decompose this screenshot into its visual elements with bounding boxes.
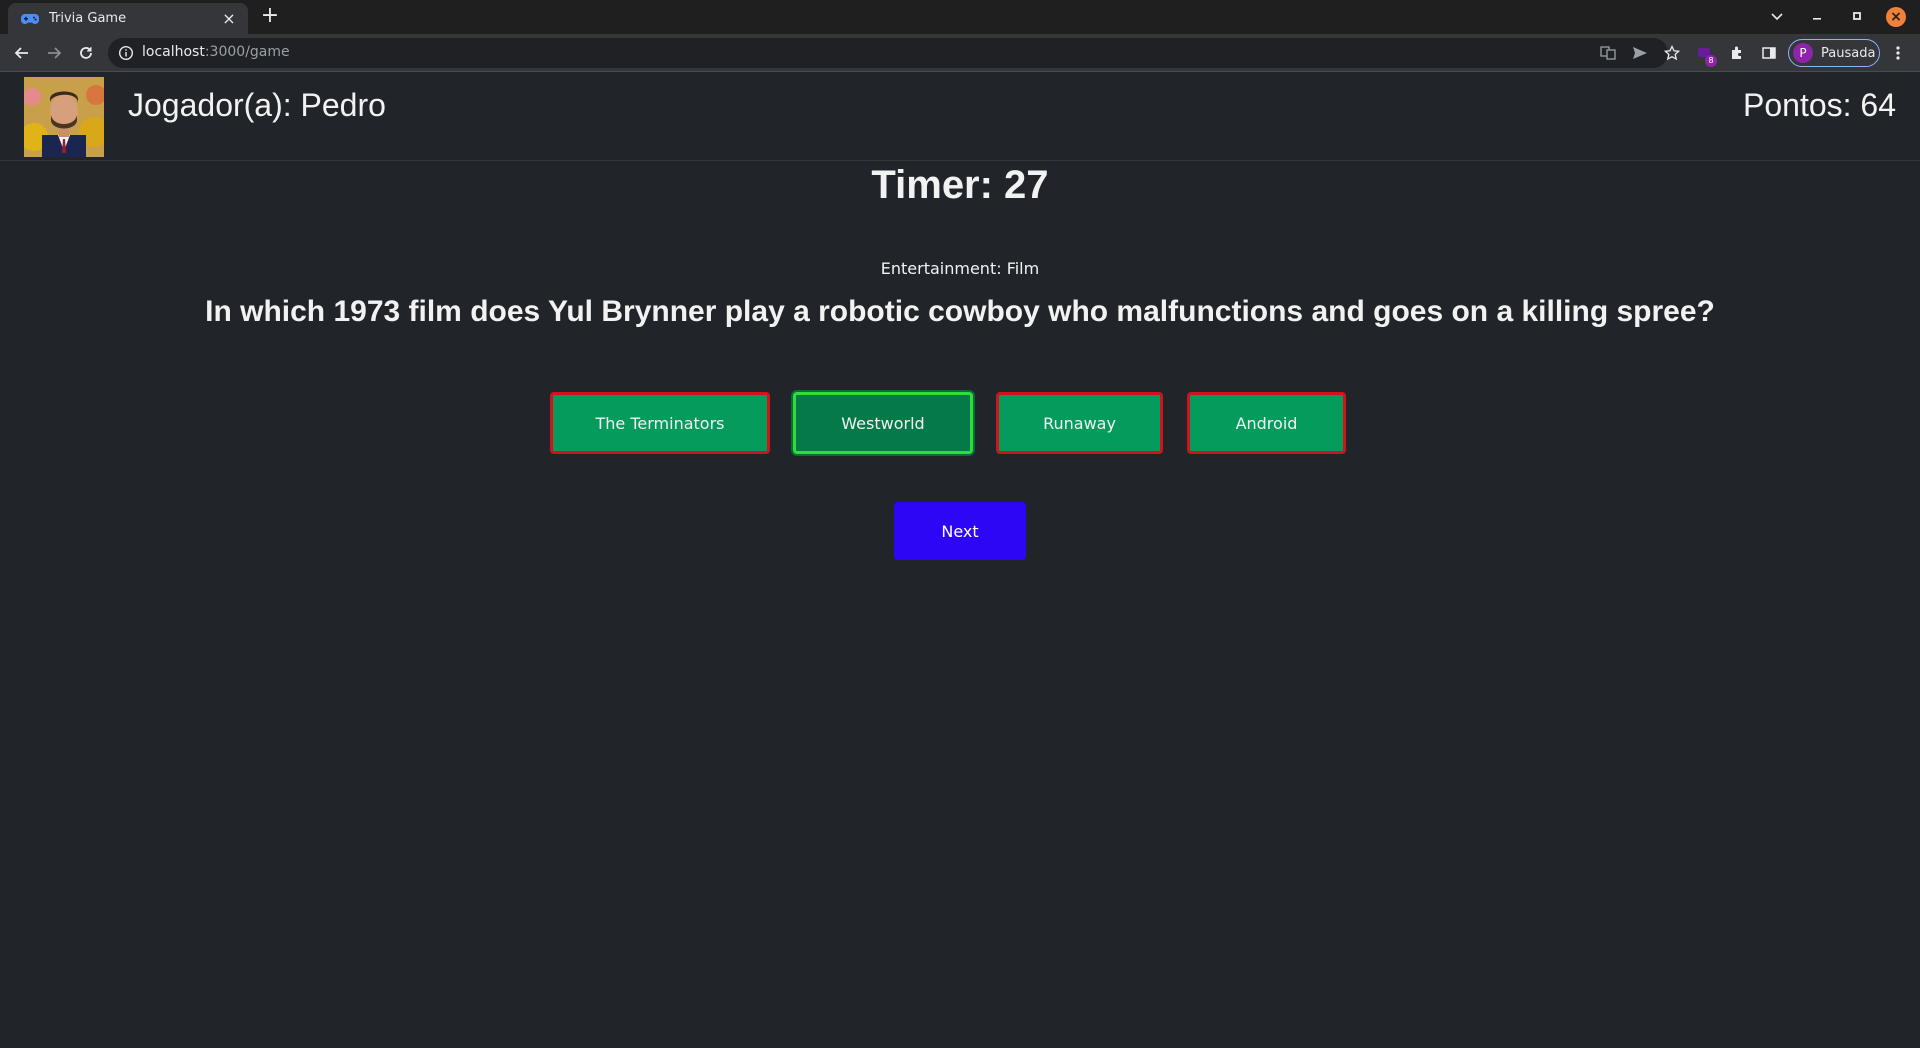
timer: Timer: 27 xyxy=(871,163,1049,207)
address-bar[interactable]: localhost:3000/game xyxy=(108,38,1680,68)
profile-label: Pausada xyxy=(1821,45,1876,61)
maximize-icon[interactable] xyxy=(1845,5,1869,29)
puzzle-icon[interactable] xyxy=(1727,43,1747,63)
browser-menu-icon[interactable] xyxy=(1888,43,1908,63)
side-panel-icon[interactable] xyxy=(1759,43,1779,63)
forward-icon[interactable] xyxy=(40,39,68,67)
translate-icon[interactable] xyxy=(1598,43,1618,63)
new-tab-button[interactable]: + xyxy=(258,5,282,29)
profile-button[interactable]: P Pausada xyxy=(1788,39,1880,67)
window-close-icon[interactable]: × xyxy=(1886,7,1906,27)
gamepad-icon xyxy=(21,12,39,26)
send-icon[interactable] xyxy=(1630,43,1650,63)
profile-avatar: P xyxy=(1793,43,1813,63)
answer-button-android[interactable]: Android xyxy=(1187,392,1346,454)
extension-badge: 8 xyxy=(1705,55,1717,67)
back-icon[interactable] xyxy=(8,39,36,67)
player-score: Pontos: 64 xyxy=(1743,87,1896,123)
player-name: Jogador(a): Pedro xyxy=(128,87,386,123)
url-host: localhost xyxy=(142,44,205,60)
site-info-icon[interactable] xyxy=(118,45,134,61)
tab-search-icon[interactable] xyxy=(1765,5,1789,29)
url-path: :3000/game xyxy=(204,44,290,60)
game-header: Jogador(a): Pedro Pontos: 64 xyxy=(0,73,1920,161)
answer-button-the-terminators[interactable]: The Terminators xyxy=(550,392,770,454)
tab-title: Trivia Game xyxy=(49,11,127,26)
url-text: localhost:3000/game xyxy=(142,44,290,60)
tab-close-icon[interactable]: × xyxy=(220,9,238,28)
bookmark-star-icon[interactable] xyxy=(1662,43,1682,63)
minimize-icon[interactable] xyxy=(1805,5,1829,29)
player-avatar xyxy=(24,77,104,157)
reload-icon[interactable] xyxy=(72,39,100,67)
answer-options: The Terminators Westworld Runaway Androi… xyxy=(0,392,1920,454)
browser-tab-strip: Trivia Game × + × xyxy=(0,0,1920,34)
browser-tab[interactable]: Trivia Game × xyxy=(8,3,248,34)
next-button[interactable]: Next xyxy=(894,502,1026,560)
browser-toolbar: localhost:3000/game 8 P Pausada xyxy=(0,34,1920,72)
question-category: Entertainment: Film xyxy=(880,259,1040,278)
question-text: In which 1973 film does Yul Brynner play… xyxy=(205,295,1715,328)
answer-button-runaway[interactable]: Runaway xyxy=(996,392,1163,454)
game-page: Jogador(a): Pedro Pontos: 64 Timer: 27 E… xyxy=(0,73,1920,1048)
answer-button-westworld[interactable]: Westworld xyxy=(793,392,973,454)
